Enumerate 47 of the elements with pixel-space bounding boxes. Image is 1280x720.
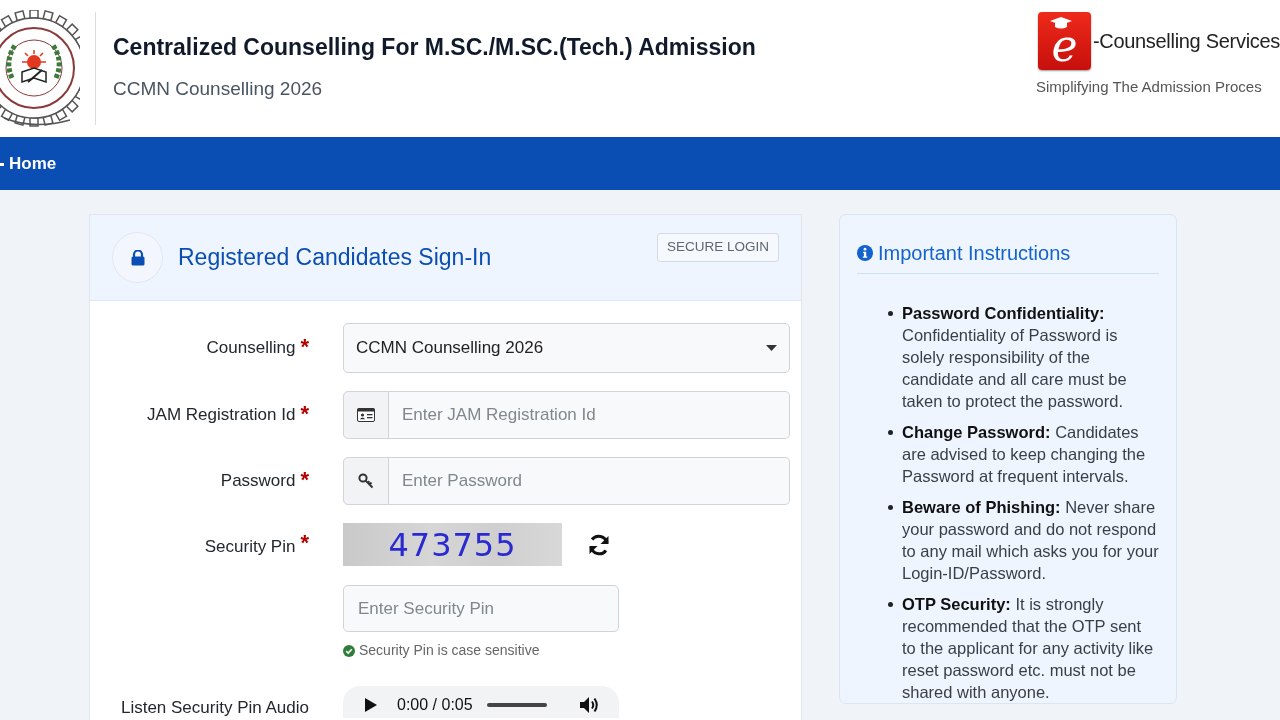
refresh-icon xyxy=(587,532,611,557)
site-subtitle: CCMN Counselling 2026 xyxy=(113,76,324,101)
password-input[interactable]: Enter Password xyxy=(389,457,790,505)
caret-icon xyxy=(766,345,777,351)
required-mark: * xyxy=(300,532,309,554)
lock-icon xyxy=(112,232,163,283)
audio-time: 0:00 / 0:05 xyxy=(397,695,473,715)
instructions-title: Important Instructions xyxy=(878,243,1071,263)
instruction-text: OTP Security: It is strongly recommended that the OTP sent to the applicant for any activity like reset password etc. must not be shared with anyone. xyxy=(902,594,1155,703)
field-label: Listen Security Pin Audio xyxy=(120,697,309,719)
info-icon xyxy=(857,245,873,261)
instruction-text: Password Confidentiality: Confidentiality of Password is solely responsibility of the candidate and all care must be taken to protect the password. xyxy=(902,303,1128,412)
bullet-icon xyxy=(888,430,893,435)
bullet-icon xyxy=(888,505,893,510)
dash-icon xyxy=(0,162,4,166)
id-card-icon xyxy=(357,408,375,422)
graduation-cap-icon xyxy=(1050,17,1073,29)
speaker-icon xyxy=(579,696,599,714)
security-pin-input[interactable]: Enter Security Pin xyxy=(343,585,619,632)
secure-login-label: SECURE LOGIN xyxy=(656,233,779,262)
audio-progress-track[interactable] xyxy=(486,703,547,707)
site-title: Centralized Counselling For M.SC./M.SC.(Tech.) Admission xyxy=(113,35,756,59)
bullet-icon xyxy=(888,311,893,316)
play-button[interactable] xyxy=(363,697,379,713)
play-icon xyxy=(365,698,377,712)
required-mark: * xyxy=(300,469,309,491)
hint-text: Security Pin is case sensitive xyxy=(359,641,540,660)
bullet-icon xyxy=(888,602,893,607)
volume-button[interactable] xyxy=(579,695,599,715)
field-label: Security Pin xyxy=(204,536,296,558)
counselling-select[interactable]: CCMN Counselling 2026 xyxy=(343,323,790,373)
field-label: Password xyxy=(220,470,296,493)
required-mark: * xyxy=(300,336,309,358)
logo-letter: e xyxy=(1051,29,1078,63)
instruction-text: Change Password: Candidates are advised to keep changing the Password at frequent intervals. xyxy=(902,422,1147,487)
partner-tagline: Simplifying The Admission Proces xyxy=(1036,77,1263,97)
home-link[interactable]: Home xyxy=(9,150,57,177)
card-title: Registered Candidates Sign-In xyxy=(178,246,492,269)
instruction-text: Beware of Phishing: Never share your password and do not respond to any mail which asks you for your Login-ID/Password. xyxy=(902,497,1159,584)
partner-name: -Counselling Services xyxy=(1092,29,1280,54)
registration-id-input[interactable]: Enter JAM Registration Id xyxy=(389,391,790,439)
required-mark: * xyxy=(300,403,309,425)
field-label: JAM Registration Id xyxy=(147,404,296,427)
check-circle-icon xyxy=(343,644,355,657)
key-icon xyxy=(358,473,374,489)
captcha-image: 473755 xyxy=(343,523,562,566)
field-label: Counselling xyxy=(206,337,296,360)
